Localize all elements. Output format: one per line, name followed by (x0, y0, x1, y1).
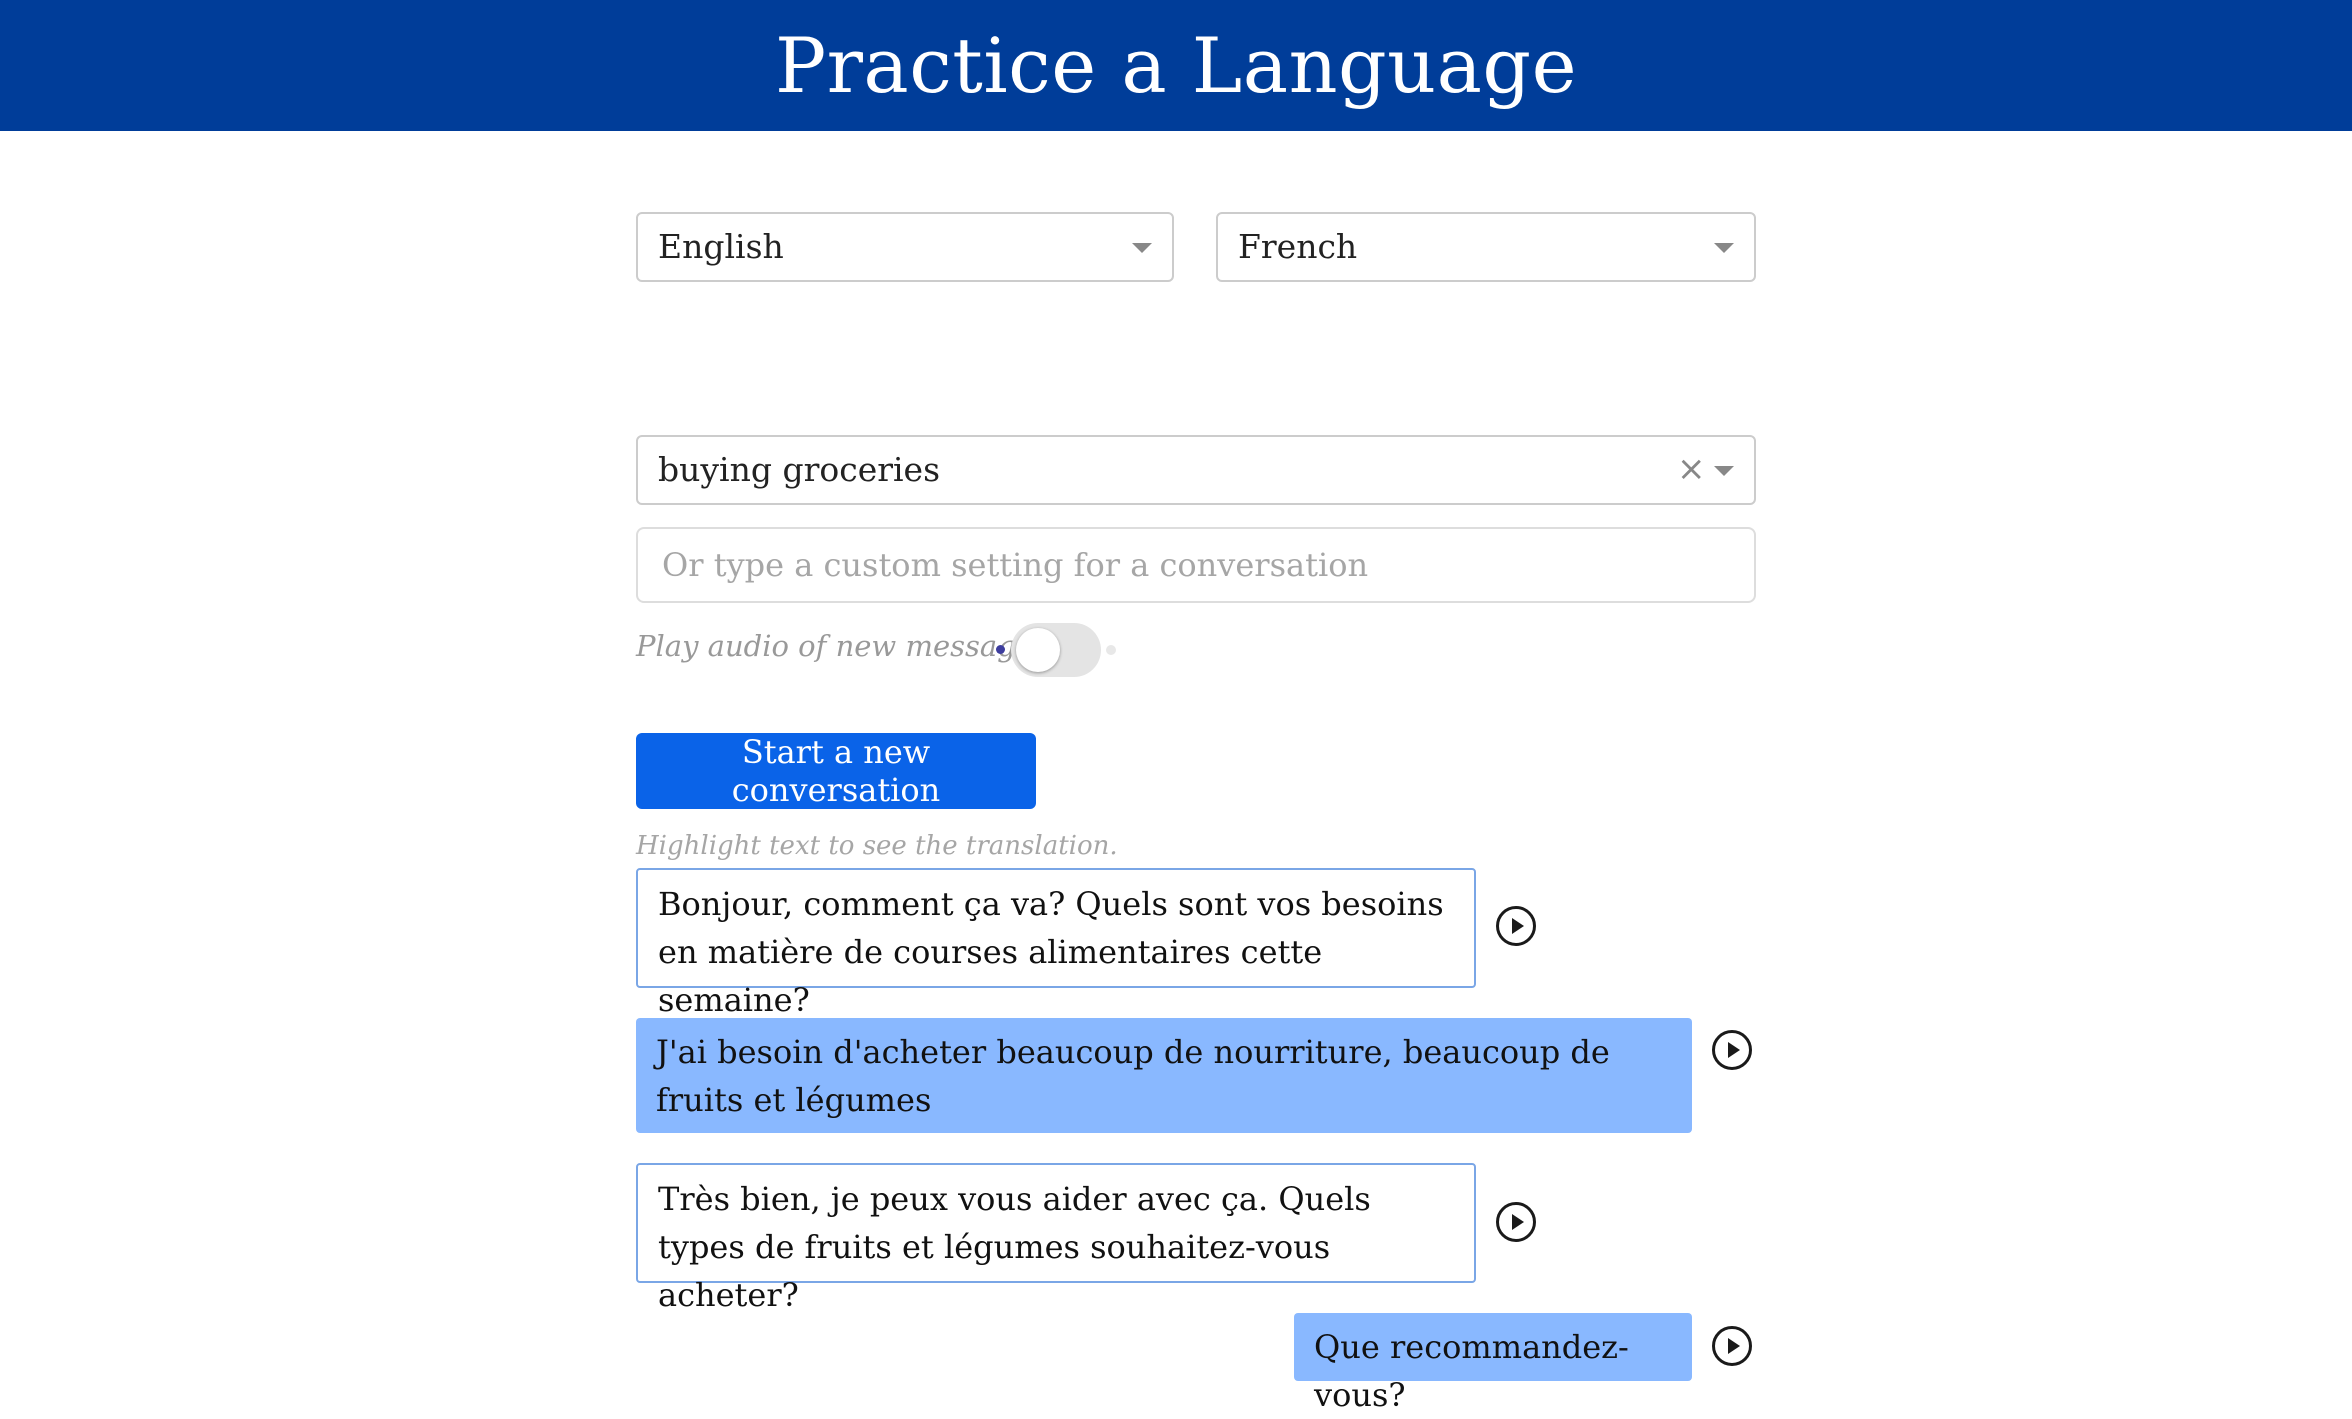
custom-setting-input[interactable] (636, 527, 1756, 603)
native-language-select[interactable]: English (636, 212, 1174, 282)
chevron-down-icon[interactable] (1714, 243, 1734, 253)
message-assistant[interactable]: Bonjour, comment ça va? Quels sont vos b… (636, 868, 1476, 1019)
target-language-value: French (1238, 227, 1358, 266)
message-user[interactable]: Que recommandez-vous? (1294, 1313, 1692, 1414)
page-title: Practice a Language (774, 21, 1578, 110)
play-icon[interactable] (1496, 1202, 1536, 1242)
toggle-off-indicator (996, 645, 1005, 654)
message-user[interactable]: J'ai besoin d'acheter beaucoup de nourri… (636, 1018, 1692, 1133)
chevron-down-icon[interactable] (1714, 466, 1734, 476)
play-icon[interactable] (1712, 1030, 1752, 1070)
language-selects: English French (636, 212, 1756, 282)
audio-toggle-label: Play audio of new message (636, 629, 1033, 663)
native-language-value: English (658, 227, 784, 266)
start-conversation-button[interactable]: Start a new conversation (636, 733, 1036, 809)
play-icon[interactable] (1496, 906, 1536, 946)
toggle-on-indicator (1106, 645, 1116, 655)
topic-value: buying groceries (658, 450, 941, 489)
message-assistant[interactable]: Très bien, je peux vous aider avec ça. Q… (636, 1163, 1476, 1314)
toggle-knob[interactable] (1016, 628, 1060, 672)
audio-toggle-row: Play audio of new message (636, 623, 1236, 677)
translation-hint: Highlight text to see the translation. (636, 831, 1118, 861)
topic-select[interactable]: buying groceries × (636, 435, 1756, 505)
chevron-down-icon[interactable] (1132, 243, 1152, 253)
audio-toggle-switch[interactable] (1011, 623, 1101, 677)
target-language-select[interactable]: French (1216, 212, 1756, 282)
close-icon[interactable]: × (1677, 447, 1706, 491)
app-header: Practice a Language (0, 0, 2352, 131)
play-icon[interactable] (1712, 1326, 1752, 1366)
